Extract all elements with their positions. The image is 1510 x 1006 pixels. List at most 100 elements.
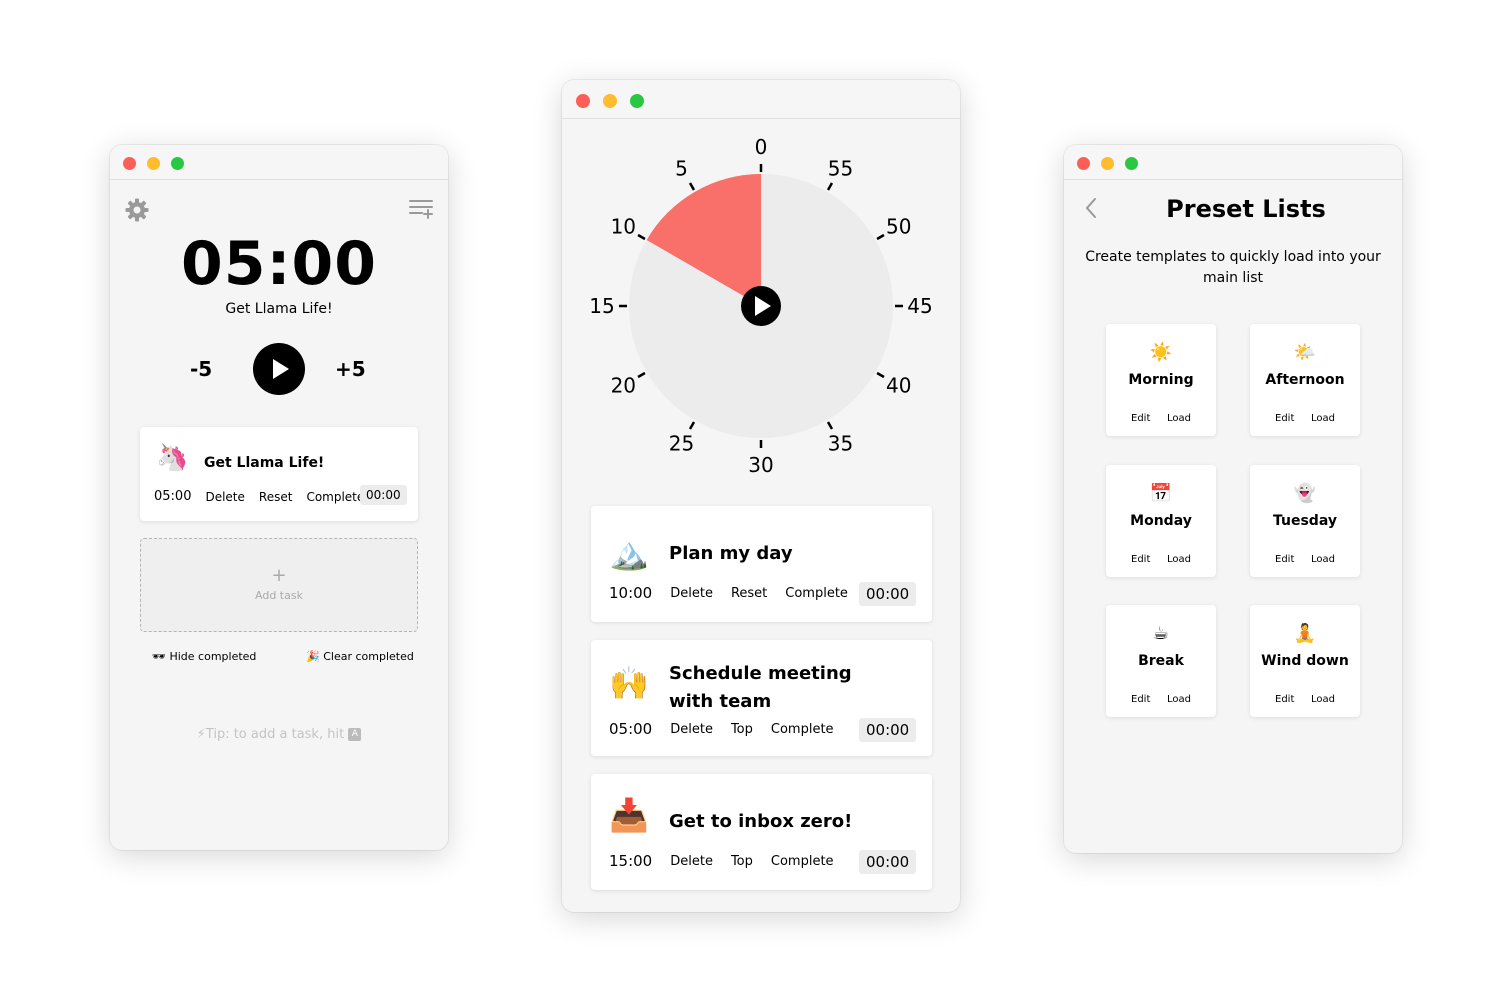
edit-button[interactable]: Edit (1131, 694, 1150, 705)
edit-button[interactable]: Edit (1275, 554, 1294, 565)
edit-button[interactable]: Edit (1275, 694, 1294, 705)
dial-label: 25 (669, 432, 694, 456)
load-button[interactable]: Load (1167, 413, 1191, 424)
dial-label: 20 (611, 374, 636, 398)
preset-card-tuesday[interactable]: 👻 Tuesday Edit Load (1250, 465, 1360, 577)
reset-button[interactable]: Reset (259, 490, 293, 504)
sunglasses-icon: 🕶 (152, 650, 166, 663)
timer-dial[interactable]: 0 5 10 15 20 25 30 35 40 45 50 55 (562, 118, 960, 518)
task-card[interactable]: 🏔️ Plan my day 10:00 Delete Reset Comple… (591, 506, 932, 622)
zoom-window-button[interactable] (171, 157, 184, 170)
hide-completed-button[interactable]: 🕶 Hide completed (152, 650, 256, 663)
delete-button[interactable]: Delete (205, 490, 244, 504)
task-actions: 10:00 Delete Reset Complete (609, 584, 866, 602)
tip-text: ⚡Tip: to add a task, hit A (110, 727, 448, 742)
task-duration: 15:00 (609, 852, 653, 870)
delete-button[interactable]: Delete (670, 586, 713, 601)
task-title: Get Llama Life! (204, 455, 325, 471)
delete-button[interactable]: Delete (670, 722, 713, 737)
load-button[interactable]: Load (1311, 413, 1335, 424)
task-duration: 05:00 (609, 720, 653, 738)
elapsed-time: 00:00 (859, 718, 917, 742)
task-card[interactable]: 🙌 Schedule meeting with team 05:00 Delet… (591, 640, 932, 756)
dial-tick (688, 421, 696, 430)
close-window-button[interactable] (123, 157, 136, 170)
complete-button[interactable]: Complete (771, 722, 834, 737)
preset-name: Tuesday (1273, 513, 1337, 529)
countdown-time: 05:00 (181, 229, 377, 299)
dial-tick (637, 371, 646, 379)
task-card[interactable]: 📥 Get to inbox zero! 15:00 Delete Top Co… (591, 774, 932, 890)
zoom-window-button[interactable] (1125, 157, 1138, 170)
gear-icon[interactable] (124, 197, 150, 223)
dial-window: 0 5 10 15 20 25 30 35 40 45 50 55 🏔️ Plan my day 10… (562, 80, 960, 912)
add-task-button[interactable]: + Add task (140, 538, 418, 632)
dial-label: 50 (886, 215, 911, 239)
minus-five-button[interactable]: -5 (190, 357, 212, 381)
complete-button[interactable]: Complete (306, 490, 364, 504)
coffee-icon: ☕ (1152, 623, 1170, 644)
dial-label: 40 (886, 374, 911, 398)
dial-label: 0 (755, 135, 768, 159)
sun-icon: ☀️ (1149, 342, 1173, 363)
load-button[interactable]: Load (1167, 554, 1191, 565)
reset-button[interactable]: Reset (731, 586, 767, 601)
load-button[interactable]: Load (1167, 694, 1191, 705)
lightning-icon: ⚡ (196, 727, 206, 742)
edit-button[interactable]: Edit (1131, 554, 1150, 565)
edit-button[interactable]: Edit (1275, 413, 1294, 424)
elapsed-time: 00:00 (859, 850, 917, 874)
preset-card-wind-down[interactable]: 🧘 Wind down Edit Load (1250, 605, 1360, 717)
tip-label: Tip: to add a task, hit (205, 727, 345, 742)
load-button[interactable]: Load (1311, 694, 1335, 705)
raising-hands-icon: 🙌 (609, 664, 649, 702)
play-icon (273, 359, 289, 379)
page-title: Preset Lists (1166, 195, 1326, 223)
edit-button[interactable]: Edit (1131, 413, 1150, 424)
task-actions: 05:00 Delete Reset Complete (154, 489, 378, 504)
minimize-window-button[interactable] (603, 94, 617, 108)
ghost-icon: 👻 (1293, 483, 1317, 504)
sun-behind-cloud-icon: 🌤️ (1293, 342, 1317, 363)
calendar-icon: 📅 (1149, 483, 1173, 504)
preset-card-morning[interactable]: ☀️ Morning Edit Load (1106, 324, 1216, 436)
task-title: Plan my day (669, 540, 793, 568)
timer-window: 05:00 Get Llama Life! -5 +5 🦄 Get Llama … (110, 145, 448, 850)
minimize-window-button[interactable] (1101, 157, 1114, 170)
task-title-line: with team (669, 691, 772, 712)
task-duration: 10:00 (609, 584, 653, 602)
dial-tick (876, 233, 885, 241)
complete-button[interactable]: Complete (771, 854, 834, 869)
task-title-line: Plan my day (669, 543, 793, 564)
dial-tick (876, 371, 885, 379)
preset-card-monday[interactable]: 📅 Monday Edit Load (1106, 465, 1216, 577)
preset-card-break[interactable]: ☕ Break Edit Load (1106, 605, 1216, 717)
close-window-button[interactable] (576, 94, 590, 108)
task-card[interactable]: 🦄 Get Llama Life! 05:00 Delete Reset Com… (140, 427, 418, 521)
hide-completed-label: Hide completed (169, 650, 257, 663)
dial-label: 35 (828, 432, 853, 456)
list-add-icon[interactable] (408, 197, 436, 221)
clear-completed-button[interactable]: 🎉 Clear completed (306, 650, 414, 663)
delete-button[interactable]: Delete (670, 854, 713, 869)
elapsed-time: 00:00 (360, 485, 407, 505)
preset-name: Break (1138, 653, 1184, 669)
zoom-window-button[interactable] (630, 94, 644, 108)
dial-tick (688, 182, 696, 191)
preset-card-afternoon[interactable]: 🌤️ Afternoon Edit Load (1250, 324, 1360, 436)
top-button[interactable]: Top (731, 722, 753, 737)
minimize-window-button[interactable] (147, 157, 160, 170)
plus-icon: + (271, 565, 287, 586)
party-popper-icon: 🎉 (306, 650, 320, 663)
close-window-button[interactable] (1077, 157, 1090, 170)
dial-tick (826, 182, 834, 191)
play-button[interactable] (253, 343, 305, 395)
dial-label: 5 (675, 156, 688, 180)
complete-button[interactable]: Complete (785, 586, 848, 601)
title-bar (110, 145, 448, 180)
top-button[interactable]: Top (731, 854, 753, 869)
plus-five-button[interactable]: +5 (335, 357, 366, 381)
dial-tick (826, 421, 834, 430)
dial-label: 10 (611, 215, 636, 239)
load-button[interactable]: Load (1311, 554, 1335, 565)
